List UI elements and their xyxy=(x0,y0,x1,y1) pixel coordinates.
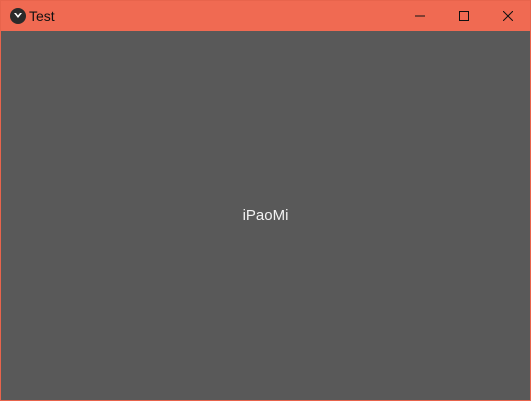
content-area: iPaoMi xyxy=(1,31,530,400)
maximize-icon xyxy=(459,11,469,21)
kivy-logo-icon xyxy=(10,8,26,24)
minimize-icon xyxy=(415,11,425,21)
window-title: Test xyxy=(29,8,55,24)
minimize-button[interactable] xyxy=(398,1,442,31)
maximize-button[interactable] xyxy=(442,1,486,31)
title-bar[interactable]: Test xyxy=(1,1,530,31)
close-button[interactable] xyxy=(486,1,530,31)
app-window: Test iPaoMi xyxy=(0,0,531,401)
center-label: iPaoMi xyxy=(242,207,289,224)
close-icon xyxy=(503,11,513,21)
